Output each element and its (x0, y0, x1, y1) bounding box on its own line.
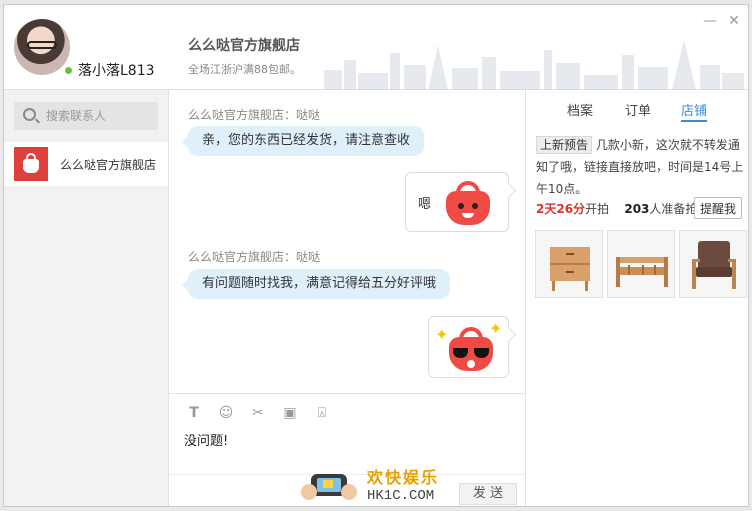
count-number: 203 (624, 202, 650, 216)
compose-area: T ☺ ✂ ▣ ⍓ 没问题! 发 送 欢快娱乐 HK1C.COM (169, 393, 525, 506)
message-input[interactable]: 没问题! (184, 430, 228, 449)
scissors-icon[interactable]: ✂ (249, 404, 267, 422)
shake-icon[interactable]: ⍓ (313, 404, 331, 422)
minimize-button[interactable]: — (702, 13, 718, 29)
search-box (14, 102, 158, 130)
promo-brand: 欢快娱乐 (367, 468, 440, 487)
user-block: 落小落L813 (4, 5, 169, 90)
emoji-icon[interactable]: ☺ (217, 404, 235, 422)
chat-window: 落小落L813 么么哒官方旗舰店 全场江浙沪满88包邮。 — ✕ 搜索联系人 么… (3, 4, 749, 507)
user-name: 落小落L813 (78, 63, 155, 79)
promo-domain: HK1C.COM (367, 488, 435, 504)
message-sender: 么么哒官方旗舰店：哒哒 (188, 250, 321, 264)
avatar[interactable] (14, 19, 70, 75)
skyline-decoration-icon (324, 40, 744, 90)
tab-profile[interactable]: 档案 (567, 100, 593, 119)
red-bag-smile-sticker-icon (442, 179, 494, 225)
armchair-icon (692, 241, 736, 289)
remind-button[interactable]: 提醒我 (694, 197, 742, 219)
chat-area[interactable]: 么么哒官方旗舰店：哒哒 亲，您的东西已经发货，请注意查收 嗯 么么哒官方旗舰店：… (169, 90, 525, 393)
send-button[interactable]: 发 送 (459, 483, 517, 505)
contact-name: 么么哒官方旗舰店 (60, 158, 157, 172)
panel-tabs: 档案 订单 店铺 (526, 90, 748, 128)
countdown-suffix: 开拍 (585, 202, 610, 216)
my-message[interactable]: 嗯 (405, 172, 509, 232)
countdown-time: 2天26分 (536, 202, 586, 216)
online-status-icon (65, 67, 72, 74)
shop-subtitle: 全场江浙沪满88包邮。 (188, 63, 301, 76)
message-bubble[interactable]: 有问题随时找我，满意记得给五分好评哦 (181, 269, 451, 299)
tab-orders[interactable]: 订单 (625, 100, 651, 119)
game-controller-icon (301, 474, 357, 500)
promo-watermark: 欢快娱乐 HK1C.COM (297, 464, 457, 506)
sidebar: 么么哒官方旗舰店 (4, 90, 169, 506)
shop-title[interactable]: 么么哒官方旗舰店 (188, 35, 300, 55)
nightstand-icon (550, 247, 590, 291)
product-thumbnail-bench[interactable] (607, 230, 675, 298)
screen-icon[interactable]: ▣ (281, 404, 299, 422)
font-icon[interactable]: T (185, 404, 203, 422)
new-arrival-notice: 上新预告 几款小新，这次就不转发通知了哦，链接直接放吧，时间是14号上午10点。 (536, 134, 744, 200)
search-input[interactable] (46, 106, 151, 126)
my-message-text: 嗯 (418, 197, 432, 212)
notice-tag: 上新预告 (536, 136, 593, 154)
contact-item[interactable]: 么么哒官方旗舰店 (4, 142, 168, 186)
countdown: 2天26分开拍 203人准备抢 (536, 200, 697, 217)
count-suffix: 人准备抢 (649, 202, 698, 216)
bench-icon (616, 257, 668, 287)
message-sender: 么么哒官方旗舰店：哒哒 (188, 108, 321, 122)
message-bubble[interactable]: 亲，您的东西已经发货，请注意查收 (181, 126, 425, 156)
close-button[interactable]: ✕ (726, 13, 742, 29)
tab-shop[interactable]: 店铺 (681, 100, 708, 122)
search-icon[interactable] (23, 108, 36, 121)
product-thumbnail-armchair[interactable] (679, 230, 747, 298)
my-message[interactable]: ✦ ✦ (428, 316, 509, 378)
header: 落小落L813 么么哒官方旗舰店 全场江浙沪满88包邮。 — ✕ (4, 5, 748, 90)
red-bag-sunglasses-sticker-icon (445, 325, 497, 371)
red-bag-logo-icon (14, 147, 48, 181)
right-panel: 档案 订单 店铺 上新预告 几款小新，这次就不转发通知了哦，链接直接放吧，时间是… (525, 90, 748, 506)
product-thumbnail-nightstand[interactable] (535, 230, 603, 298)
